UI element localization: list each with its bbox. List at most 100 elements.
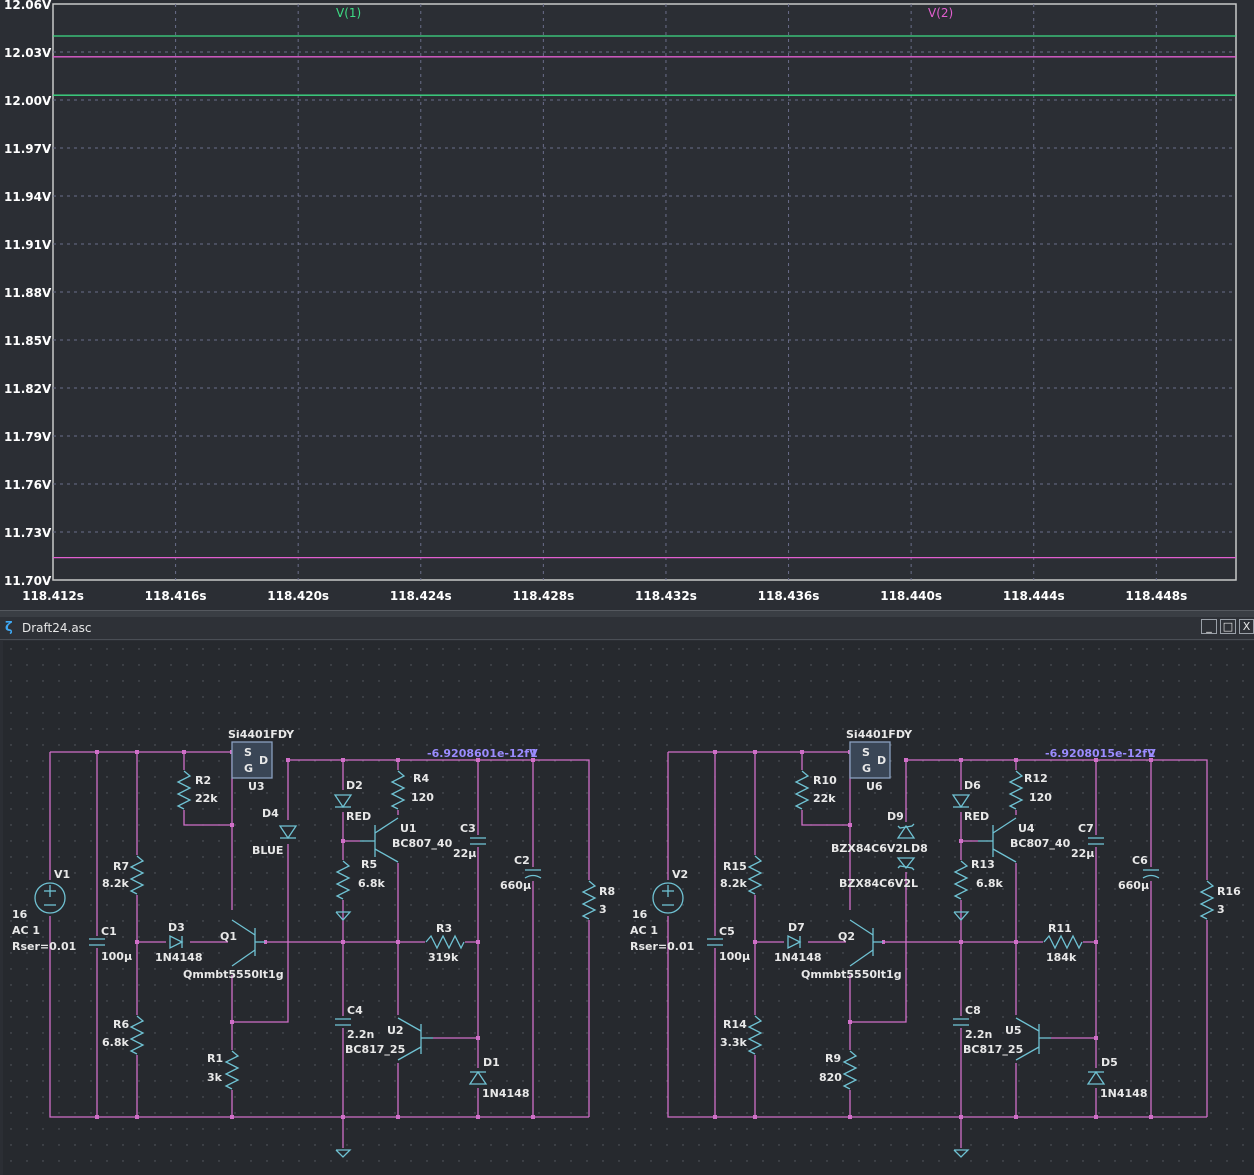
label-r3[interactable]: R3 — [436, 922, 452, 935]
label-c3[interactable]: C3 — [460, 822, 476, 835]
label-q1-val[interactable]: Qmmbt5550lt1g — [183, 968, 284, 981]
label-r10-val[interactable]: 22k — [813, 792, 836, 805]
label-u4[interactable]: U4 — [1018, 822, 1035, 835]
label-d4-val[interactable]: BLUE — [252, 844, 283, 857]
label-u6-model[interactable]: Si4401FDY — [846, 728, 913, 741]
label-r7[interactable]: R7 — [113, 860, 129, 873]
label-r16-val[interactable]: 3 — [1217, 903, 1225, 916]
pane-divider[interactable] — [0, 610, 1254, 617]
label-u5[interactable]: U5 — [1005, 1024, 1022, 1037]
label-c3-val[interactable]: 22µ — [453, 847, 476, 860]
label-r9-val[interactable]: 820 — [819, 1071, 842, 1084]
label-d9-val[interactable]: BZX84C6V2L — [831, 842, 910, 855]
label-d7[interactable]: D7 — [788, 921, 805, 934]
probe-voltage-2[interactable]: -6.9208015e-12fV — [1045, 747, 1156, 760]
label-d5[interactable]: D5 — [1101, 1056, 1118, 1069]
label-u3-ref[interactable]: U3 — [248, 780, 265, 793]
label-r5[interactable]: R5 — [361, 858, 377, 871]
label-r13-val[interactable]: 6.8k — [976, 877, 1003, 890]
label-r2[interactable]: R2 — [195, 774, 211, 787]
waveform-pane[interactable]: 12.06V 12.03V 12.00V 11.97V 11.94V 11.91V 11.8… — [0, 0, 1254, 610]
label-d2-val[interactable]: RED — [346, 810, 371, 823]
label-c7[interactable]: C7 — [1078, 822, 1094, 835]
label-c2-val[interactable]: 660µ — [500, 879, 531, 892]
label-d3-val[interactable]: 1N4148 — [155, 951, 202, 964]
label-d3[interactable]: D3 — [168, 921, 185, 934]
label-u1[interactable]: U1 — [400, 822, 417, 835]
label-v2-val[interactable]: 16 — [632, 908, 648, 921]
label-v2-rser[interactable]: Rser=0.01 — [630, 940, 694, 953]
net-label-1[interactable]: 1 — [530, 747, 538, 760]
label-c8-val[interactable]: 2.2n — [965, 1028, 992, 1041]
label-d6-val[interactable]: RED — [964, 810, 989, 823]
label-r14[interactable]: R14 — [723, 1018, 747, 1031]
label-u4-val[interactable]: BC807_40 — [1010, 837, 1071, 850]
label-r14-val[interactable]: 3.3k — [720, 1036, 747, 1049]
label-r9[interactable]: R9 — [825, 1052, 841, 1065]
label-r12-val[interactable]: 120 — [1029, 791, 1052, 804]
label-r2-val[interactable]: 22k — [195, 792, 218, 805]
label-r15-val[interactable]: 8.2k — [720, 877, 747, 890]
label-c6[interactable]: C6 — [1132, 854, 1148, 867]
label-v1-rser[interactable]: Rser=0.01 — [12, 940, 76, 953]
label-c5-val[interactable]: 100µ — [719, 950, 750, 963]
label-u5-val[interactable]: BC817_25 — [963, 1043, 1023, 1056]
label-v2[interactable]: V2 — [672, 868, 688, 881]
label-c4-val[interactable]: 2.2n — [347, 1028, 374, 1041]
label-r15[interactable]: R15 — [723, 860, 747, 873]
trace-label-v1[interactable]: V(1) — [336, 6, 361, 20]
label-c1[interactable]: C1 — [101, 925, 117, 938]
probe-voltage-1[interactable]: -6.9208601e-12fV — [427, 747, 538, 760]
label-v1-val[interactable]: 16 — [12, 908, 28, 921]
label-u1-val[interactable]: BC807_40 — [392, 837, 453, 850]
label-u6-ref[interactable]: U6 — [866, 780, 883, 793]
label-r5-val[interactable]: 6.8k — [358, 877, 385, 890]
net-label-2[interactable]: 2 — [1148, 747, 1156, 760]
label-d1-val[interactable]: 1N4148 — [482, 1087, 529, 1100]
label-d6[interactable]: D6 — [964, 779, 981, 792]
label-c8[interactable]: C8 — [965, 1004, 981, 1017]
label-q1[interactable]: Q1 — [220, 930, 237, 943]
label-c7-val[interactable]: 22µ — [1071, 847, 1094, 860]
maximize-button[interactable]: □ — [1220, 619, 1236, 634]
label-r1-val[interactable]: 3k — [207, 1071, 223, 1084]
label-d7-val[interactable]: 1N4148 — [774, 951, 821, 964]
label-r4-val[interactable]: 120 — [411, 791, 434, 804]
schematic-canvas[interactable]: Si4401FDY S G D U3 -6.9208601e-12fV 1 V1… — [3, 641, 1254, 1175]
label-d4[interactable]: D4 — [262, 807, 279, 820]
label-v2-ac[interactable]: AC 1 — [630, 924, 658, 937]
label-r13[interactable]: R13 — [971, 858, 995, 871]
label-r7-val[interactable]: 8.2k — [102, 877, 129, 890]
label-r6-val[interactable]: 6.8k — [102, 1036, 129, 1049]
label-r11-val[interactable]: 184k — [1046, 951, 1077, 964]
label-c1-val[interactable]: 100µ — [101, 950, 132, 963]
label-d8[interactable]: D8 — [911, 842, 928, 855]
label-u3-model[interactable]: Si4401FDY — [228, 728, 295, 741]
minimize-button[interactable]: _ — [1201, 619, 1217, 634]
label-d8-val[interactable]: BZX84C6V2L — [839, 877, 918, 890]
label-r6[interactable]: R6 — [113, 1018, 129, 1031]
label-u2[interactable]: U2 — [387, 1024, 404, 1037]
label-u2-val[interactable]: BC817_25 — [345, 1043, 405, 1056]
label-d1[interactable]: D1 — [483, 1056, 500, 1069]
label-d9[interactable]: D9 — [887, 810, 904, 823]
label-c4[interactable]: C4 — [347, 1004, 363, 1017]
label-v1[interactable]: V1 — [54, 868, 70, 881]
label-r3-val[interactable]: 319k — [428, 951, 459, 964]
label-r8[interactable]: R8 — [599, 885, 615, 898]
schematic-titlebar[interactable]: ζ Draft24.asc _ □ X — [0, 617, 1254, 640]
label-r4[interactable]: R4 — [413, 772, 429, 785]
label-v1-ac[interactable]: AC 1 — [12, 924, 40, 937]
label-r11[interactable]: R11 — [1048, 922, 1072, 935]
close-button[interactable]: X — [1239, 619, 1254, 634]
label-d2[interactable]: D2 — [346, 779, 363, 792]
label-r1[interactable]: R1 — [207, 1052, 223, 1065]
trace-label-v2[interactable]: V(2) — [928, 6, 953, 20]
label-r8-val[interactable]: 3 — [599, 903, 607, 916]
waveform-chart[interactable]: 12.06V 12.03V 12.00V 11.97V 11.94V 11.91V 11.8… — [0, 0, 1254, 610]
label-c2[interactable]: C2 — [514, 854, 530, 867]
label-r10[interactable]: R10 — [813, 774, 837, 787]
label-c5[interactable]: C5 — [719, 925, 735, 938]
schematic-drawing[interactable]: Si4401FDY S G D U3 -6.9208601e-12fV 1 V1… — [3, 641, 1254, 1175]
label-q2[interactable]: Q2 — [838, 930, 855, 943]
